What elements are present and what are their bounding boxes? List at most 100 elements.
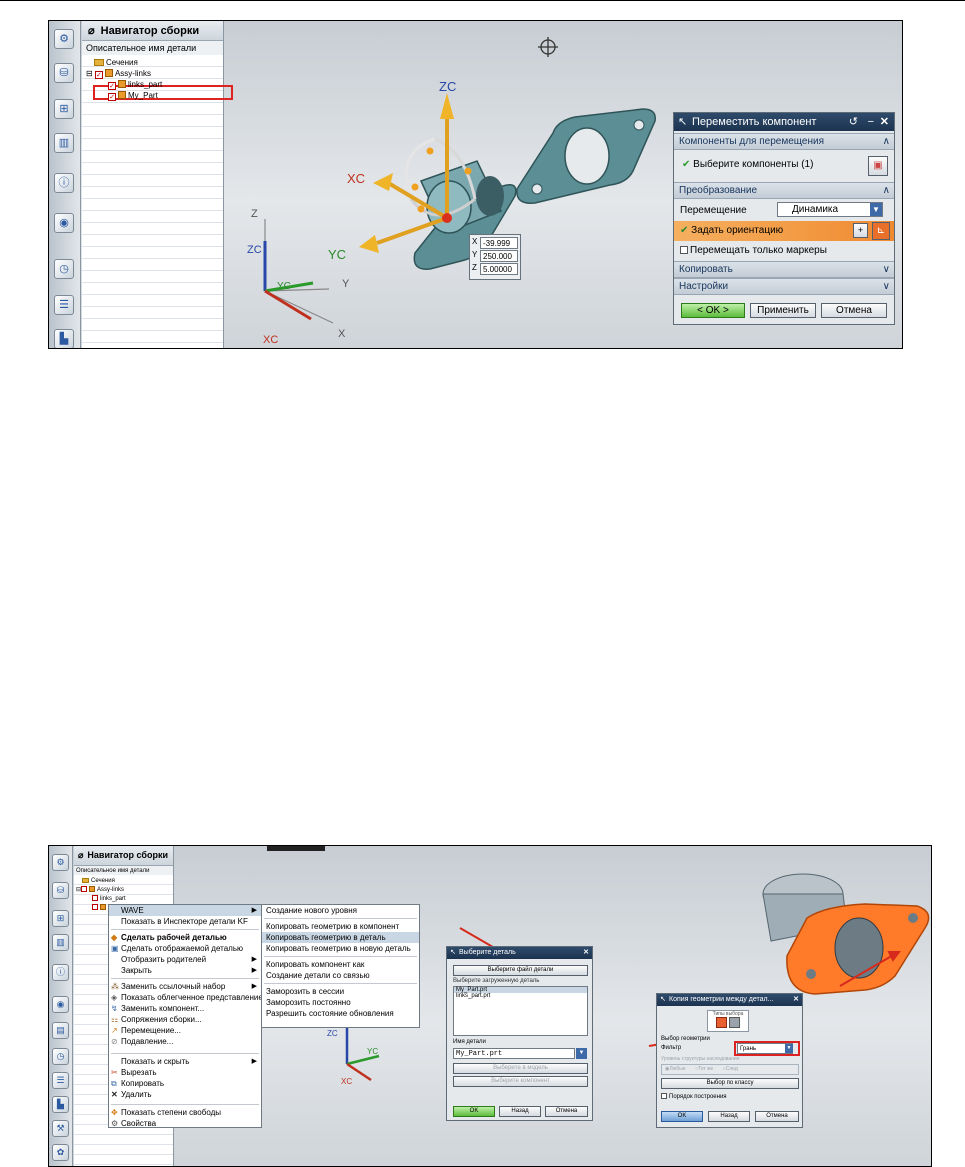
menu-item-show-parents[interactable]: Отобразить родителей ▶ [109, 954, 261, 965]
tree-item-assembly[interactable]: ⊟ ✓ Assy-links [82, 68, 223, 79]
palette-icon[interactable]: ✿ [52, 1144, 69, 1161]
part-name-input[interactable]: My_Part.prt [453, 1048, 575, 1059]
pick-component-button[interactable]: Выберите компонент [453, 1076, 588, 1087]
menu-item-copy-geom-component[interactable]: Копировать геометрию в компонент [262, 921, 419, 932]
ok-button[interactable]: OK [661, 1111, 703, 1122]
reuse-library-icon[interactable]: ▥ [52, 934, 69, 951]
menu-item-cut[interactable]: ✂ Вырезать [109, 1067, 261, 1078]
close-icon[interactable]: ✕ [793, 994, 799, 1006]
menu-item-delete[interactable]: ✕ Удалить [109, 1089, 261, 1100]
menu-item-make-displayed[interactable]: ▣ Сделать отображаемой деталью [109, 943, 261, 954]
select-components-button[interactable]: ▣ [868, 156, 888, 176]
section-components[interactable]: Компоненты для перемещения ∧ [674, 133, 894, 150]
tree-item-sections[interactable]: Сечения [82, 57, 223, 68]
cancel-button[interactable]: Отмена [821, 303, 887, 318]
assembly-navigator-icon[interactable]: ⚙ [54, 29, 74, 49]
menu-item-replace-refset[interactable]: ⁂ Заменить ссылочный набор ▶ [109, 981, 261, 992]
back-button[interactable]: Назад [708, 1111, 750, 1122]
pick-owner-button[interactable]: Выберите в модель [453, 1063, 588, 1074]
list-item[interactable]: links_part.prt [454, 993, 587, 999]
collapse-icon[interactable]: ⊟ [86, 69, 93, 78]
clock-icon[interactable]: ◷ [52, 1048, 69, 1065]
set-orientation-row[interactable]: ✔ Задать ориентацию + ⊾ [674, 221, 894, 241]
menu-item-show-lightweight[interactable]: ◈ Показать облегченное представление [109, 992, 263, 1003]
part-navigator-icon[interactable]: ⊞ [54, 99, 74, 119]
move-markers-checkbox[interactable] [680, 246, 688, 254]
tree-item-links-part[interactable]: links_part [74, 895, 173, 904]
part-navigator-icon[interactable]: ⊞ [52, 910, 69, 927]
dropdown-arrow-icon[interactable]: ▼ [870, 203, 882, 216]
point-dialog-button[interactable]: + [853, 223, 868, 238]
system-materials-icon[interactable]: ▙ [54, 329, 74, 348]
menu-item-allow-update[interactable]: Разрешить состояние обновления [262, 1008, 419, 1019]
coord-y-input[interactable]: 250.000 [480, 250, 518, 262]
menu-item-create-level[interactable]: Создание нового уровня [262, 905, 419, 916]
collapse-dialog-icon[interactable]: − [868, 113, 874, 131]
move-type-select[interactable]: Динамика ▼ [777, 202, 883, 217]
history-icon[interactable]: ◉ [52, 996, 69, 1013]
tree-item-links-part[interactable]: ✓ links_part [82, 79, 223, 90]
loaded-parts-list[interactable]: My_Part.prt links_part.prt [453, 986, 588, 1036]
dropdown-arrow-icon[interactable]: ▼ [576, 1048, 587, 1059]
section-settings[interactable]: Настройки ∨ [674, 278, 894, 295]
back-button[interactable]: Назад [499, 1106, 541, 1117]
tree-item-my-part[interactable]: ✓ My_Part [82, 90, 223, 101]
checkbox-icon[interactable] [92, 904, 98, 910]
chevron-down-icon[interactable]: ∨ [883, 262, 890, 278]
constraint-navigator-icon[interactable]: ⛁ [54, 63, 74, 83]
checkbox-icon[interactable]: ✓ [108, 82, 116, 90]
close-icon[interactable]: ✕ [583, 947, 589, 959]
cancel-button[interactable]: Отмена [545, 1106, 588, 1117]
chevron-up-icon[interactable]: ∧ [883, 183, 890, 199]
web-browser-icon[interactable]: ⓘ [52, 964, 69, 981]
section-copy[interactable]: Копировать ∨ [674, 261, 894, 278]
checkbox-icon[interactable] [92, 895, 98, 901]
body-type-icon[interactable] [728, 1017, 740, 1028]
coord-x-input[interactable]: -39.999 [480, 237, 518, 249]
reset-icon[interactable]: ↺ [849, 113, 858, 131]
reuse-library-icon[interactable]: ▥ [54, 133, 74, 153]
menu-item-suppress[interactable]: ⊘ Подавление... [109, 1036, 261, 1047]
coord-z-input[interactable]: 5.00000 [480, 263, 518, 275]
section-transform[interactable]: Преобразование ∧ [674, 182, 894, 199]
menu-item-show-inspector[interactable]: Показать в Инспекторе детали KF [109, 916, 261, 927]
orientation-icon[interactable]: ⊾ [872, 222, 890, 240]
menu-item-freeze-session[interactable]: Заморозить в сессии [262, 986, 419, 997]
menu-item-properties[interactable]: ⚙ Свойства [109, 1118, 261, 1129]
document-icon[interactable]: ▤ [52, 1022, 69, 1039]
column-header[interactable]: Описательное имя детали [82, 41, 223, 56]
clock-icon[interactable]: ◷ [54, 259, 74, 279]
roles-icon[interactable]: ☰ [54, 295, 74, 315]
menu-item-close[interactable]: Закрыть ▶ [109, 965, 261, 976]
ok-button[interactable]: < OK > [681, 303, 745, 318]
history-icon[interactable]: ◉ [54, 213, 74, 233]
menu-item-replace-component[interactable]: ↯ Заменить компонент... [109, 1003, 261, 1014]
web-browser-icon[interactable]: ⓘ [54, 173, 74, 193]
pin-icon[interactable]: ⌀ [78, 850, 83, 860]
build-order-checkbox[interactable] [661, 1093, 667, 1099]
roles-icon[interactable]: ☰ [52, 1072, 69, 1089]
menu-item-copy-geom-part[interactable]: Копировать геометрию в деталь [262, 932, 419, 943]
select-file-button[interactable]: Выберите файл детали [453, 965, 588, 976]
materials-icon[interactable]: ▙ [52, 1096, 69, 1113]
menu-item-create-linked-part[interactable]: Создание детали со связью [262, 970, 419, 981]
menu-item-move[interactable]: ↗ Перемещение... [109, 1025, 261, 1036]
menu-item-copy-component-as[interactable]: Копировать компонент как [262, 959, 419, 970]
menu-item-show-hide[interactable]: Показать и скрыть ▶ [109, 1056, 261, 1067]
menu-item-make-work[interactable]: ◆ Сделать рабочей деталью [109, 932, 261, 943]
apply-button[interactable]: Применить [750, 303, 816, 318]
assembly-navigator-icon[interactable]: ⚙ [52, 854, 69, 871]
tools-icon[interactable]: ⚒ [52, 1120, 69, 1137]
checkbox-icon[interactable]: ✓ [94, 71, 103, 79]
chevron-down-icon[interactable]: ∨ [883, 279, 890, 295]
tree-item-assembly[interactable]: ⊟ Assy-links [74, 886, 173, 895]
pin-icon[interactable]: ⌀ [88, 25, 95, 37]
constraint-navigator-icon[interactable]: ⛁ [52, 882, 69, 899]
select-by-class-button[interactable]: Выбор по классу [661, 1078, 799, 1089]
menu-item-copy[interactable]: ⧉ Копировать [109, 1078, 261, 1089]
menu-item-show-dof[interactable]: ✥ Показать степени свободы [109, 1107, 261, 1118]
tree-item-second-part[interactable] [74, 904, 173, 913]
menu-item-copy-geom-new-part[interactable]: Копировать геометрию в новую деталь [262, 943, 419, 954]
checkbox-icon[interactable]: ✓ [108, 93, 116, 101]
close-icon[interactable]: ✕ [880, 113, 889, 131]
